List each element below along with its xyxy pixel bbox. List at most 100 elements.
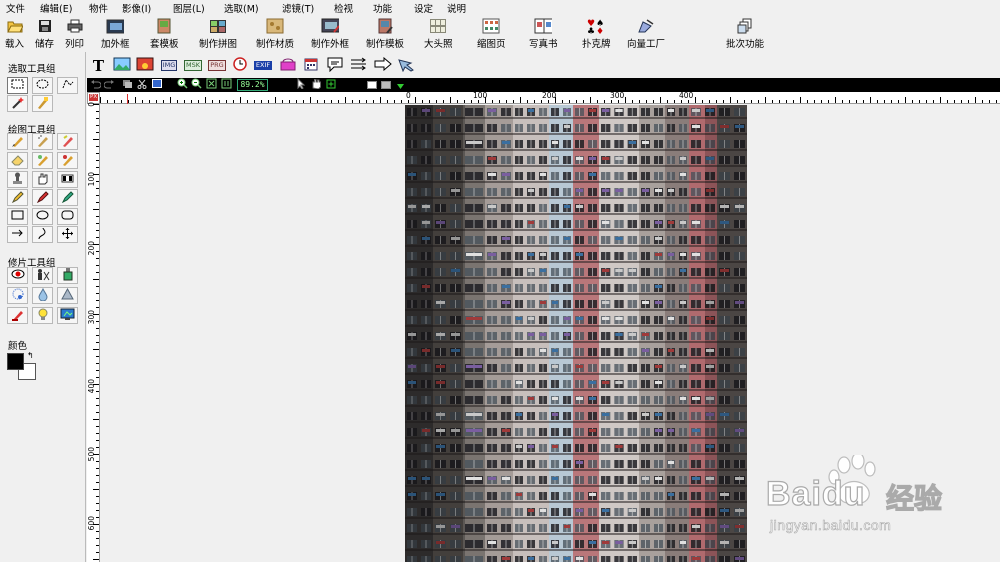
- rectangle-tool[interactable]: [7, 208, 28, 225]
- image-button[interactable]: [113, 57, 131, 74]
- ellipse-select-tool[interactable]: [32, 77, 53, 94]
- paint-brush-tool[interactable]: [7, 133, 28, 150]
- color-monitor-tool[interactable]: [57, 307, 78, 324]
- redo-button[interactable]: [103, 79, 115, 91]
- pointer-tool-button[interactable]: [295, 77, 307, 91]
- photo-book-button[interactable]: 写真书: [529, 18, 558, 50]
- menu-settings[interactable]: 设定: [414, 1, 433, 15]
- add-frame-button[interactable]: 加外框: [101, 18, 130, 50]
- zoom-level-field[interactable]: 89.2%: [237, 79, 268, 91]
- thumbnail-page-button[interactable]: 缩图页: [477, 18, 506, 50]
- menu-layer[interactable]: 图层(L): [173, 1, 205, 15]
- cutout-tool[interactable]: [32, 267, 53, 284]
- make-collage-button[interactable]: 制作拼图: [199, 18, 237, 50]
- prg-mode-button[interactable]: PRG: [207, 57, 227, 74]
- menu-object[interactable]: 物件: [89, 1, 108, 15]
- ellipse-tool[interactable]: [32, 208, 53, 225]
- airbrush-tool[interactable]: [32, 133, 53, 150]
- clone-stamp-tool[interactable]: [7, 171, 28, 188]
- curve-tool[interactable]: [32, 226, 53, 243]
- make-material-button[interactable]: 制作材质: [256, 18, 294, 50]
- tint-brush-tool[interactable]: [7, 307, 28, 324]
- add-object-button[interactable]: [325, 79, 337, 91]
- hand-smudge-tool[interactable]: [32, 171, 53, 188]
- template-button[interactable]: 套模板: [150, 18, 179, 50]
- line-arrow-tool[interactable]: [7, 226, 28, 243]
- photoimpact-window: 文件 编辑(E) 物件 影像(I) 图层(L) 选取(M) 滤镜(T) 检视 功…: [0, 0, 1000, 562]
- building-photo[interactable]: [405, 105, 747, 562]
- make-template-button[interactable]: 制作模板: [366, 18, 404, 50]
- menu-function[interactable]: 功能: [373, 1, 392, 15]
- menu-help[interactable]: 说明: [447, 1, 466, 15]
- save-button[interactable]: 储存: [35, 18, 54, 50]
- bottle-tool[interactable]: [57, 267, 78, 284]
- batch-button[interactable]: 批次功能: [726, 18, 764, 50]
- line-pen-tool[interactable]: [32, 189, 53, 206]
- zoom-out-button[interactable]: [190, 78, 202, 91]
- path-edit-tool[interactable]: [57, 226, 78, 243]
- measure-tool[interactable]: [57, 171, 78, 188]
- exif-button[interactable]: EXIF: [253, 57, 273, 74]
- ruler-tick: [744, 100, 745, 103]
- print-button[interactable]: 列印: [65, 18, 84, 50]
- lasso-select-tool[interactable]: [57, 77, 78, 94]
- clock-button[interactable]: [232, 57, 248, 74]
- sharpen-tool[interactable]: [57, 287, 78, 304]
- speech-bubble-button[interactable]: [325, 57, 345, 74]
- marker-tool[interactable]: [57, 189, 78, 206]
- sunset-image-button[interactable]: [136, 57, 154, 74]
- actual-size-button[interactable]: [220, 78, 232, 91]
- msk-mode-button[interactable]: MSK: [183, 57, 203, 74]
- light-tool[interactable]: [32, 307, 53, 324]
- swap-colors-icon[interactable]: ↰: [27, 351, 34, 360]
- eraser-tool[interactable]: [7, 152, 28, 169]
- menu-select[interactable]: 选取(M): [224, 1, 259, 15]
- arrow-shape-button[interactable]: [373, 56, 393, 74]
- poker-button[interactable]: ♥ ♠ ♣ ♦ 扑克牌: [582, 18, 611, 50]
- cut-button[interactable]: [136, 79, 148, 91]
- vector-tool-button[interactable]: 向量工厂: [627, 18, 665, 50]
- color-brush-tool[interactable]: [57, 152, 78, 169]
- ruler-tick: [96, 160, 99, 161]
- menu-view[interactable]: 检视: [334, 1, 353, 15]
- bg-color-chip[interactable]: [380, 79, 392, 91]
- red-eye-tool[interactable]: [7, 267, 28, 284]
- img-mode-button[interactable]: IMG: [159, 57, 179, 74]
- pencil-tool[interactable]: [7, 189, 28, 206]
- brush-select-tool[interactable]: [32, 95, 53, 112]
- ruler-tick: [289, 100, 290, 103]
- magic-wand-tool[interactable]: [7, 95, 28, 112]
- ruler-tick: [247, 100, 248, 103]
- fg-color-chip[interactable]: [366, 79, 378, 91]
- open-button[interactable]: 载入: [5, 18, 24, 50]
- blemish-tool[interactable]: [7, 287, 28, 304]
- crayon-tool[interactable]: [57, 133, 78, 150]
- fit-window-button[interactable]: [205, 78, 217, 91]
- ruler-tick: [408, 100, 409, 103]
- blur-tool[interactable]: [32, 287, 53, 304]
- arrow-lines-button[interactable]: [349, 57, 369, 74]
- foreground-color-swatch[interactable]: [7, 353, 24, 370]
- menu-file[interactable]: 文件: [6, 1, 25, 15]
- color-dropdown-button[interactable]: [396, 79, 405, 91]
- menu-edit[interactable]: 编辑(E): [40, 1, 72, 15]
- menu-filter[interactable]: 滤镜(T): [282, 1, 314, 15]
- star-arrow-button[interactable]: [396, 57, 416, 74]
- smudge-tool[interactable]: [32, 152, 53, 169]
- headshot-button[interactable]: 大头照: [424, 18, 453, 50]
- undo-button[interactable]: [89, 79, 101, 91]
- ruler-tick: [366, 100, 367, 103]
- make-frame-button[interactable]: 制作外框: [311, 18, 349, 50]
- menu-image[interactable]: 影像(I): [122, 1, 151, 15]
- text-tool-button[interactable]: T: [91, 57, 106, 75]
- calendar-button[interactable]: [302, 57, 320, 74]
- pink-object-button[interactable]: [278, 57, 298, 74]
- layers-button[interactable]: [121, 79, 133, 91]
- zoom-in-button[interactable]: [176, 78, 188, 91]
- snapshot-button[interactable]: [150, 79, 164, 91]
- arrow-lines-icon: [350, 57, 368, 74]
- ruler-tick: [828, 100, 829, 103]
- rounded-rect-tool[interactable]: [57, 208, 78, 225]
- pan-tool-button[interactable]: [310, 79, 322, 91]
- rect-select-tool[interactable]: [7, 77, 28, 94]
